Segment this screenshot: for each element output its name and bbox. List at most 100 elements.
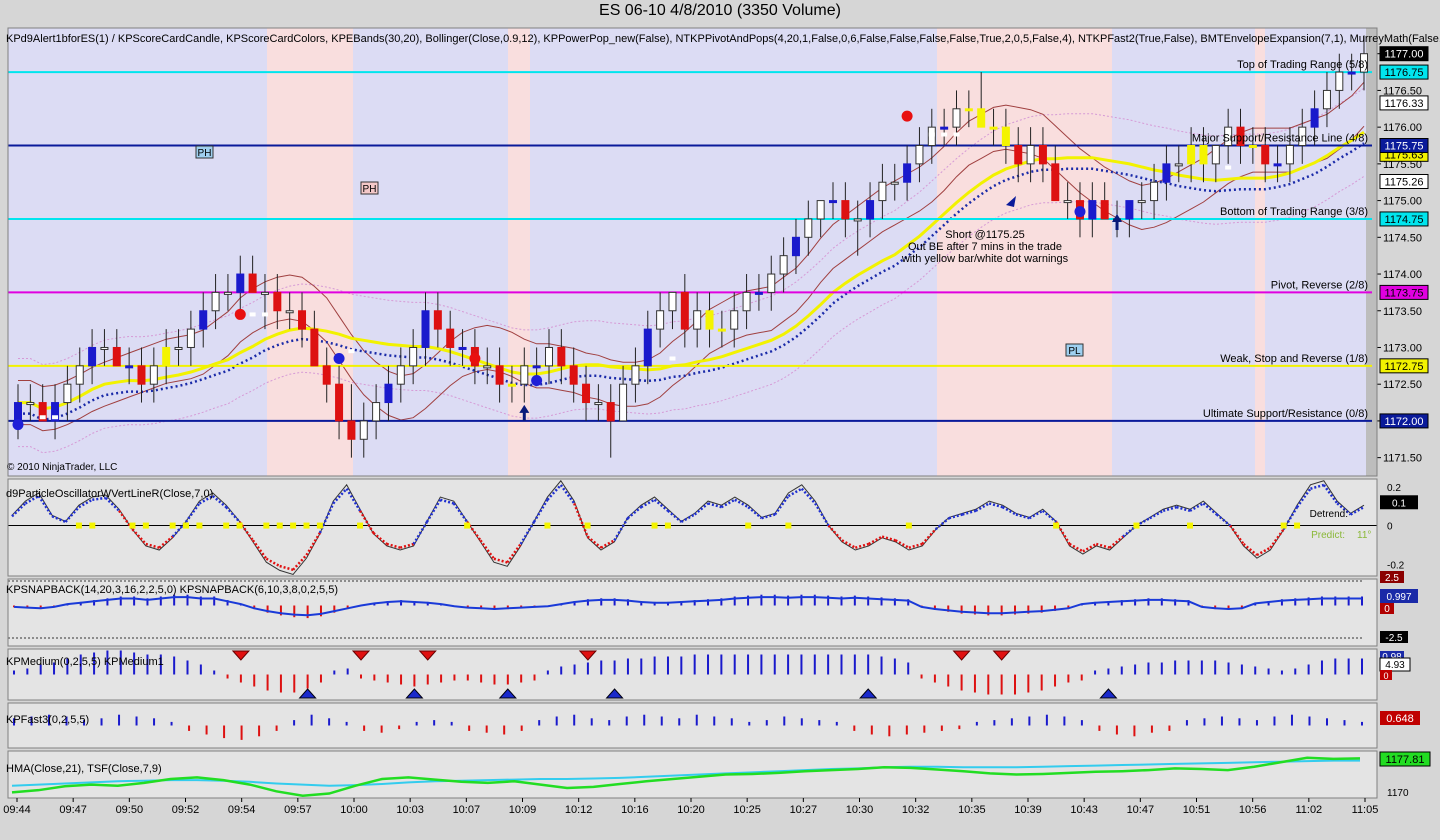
candle-body xyxy=(211,291,220,312)
medium-label: KPMedium(0,2,5,5) KPMedium1 xyxy=(6,656,164,668)
candle-body xyxy=(1248,145,1257,149)
candle-body xyxy=(606,402,615,422)
oscillator-yellow-dot xyxy=(745,522,752,529)
candle-body xyxy=(730,310,739,330)
oscillator-y-tick: 0 xyxy=(1387,522,1393,533)
candle-body xyxy=(149,365,158,385)
x-tick-label: 10:35 xyxy=(958,804,986,816)
candle-body xyxy=(260,291,269,295)
candle-body xyxy=(853,218,862,222)
candle-body xyxy=(495,365,504,385)
oscillator-yellow-dot xyxy=(1053,522,1060,529)
snapback-tag: 0.997 xyxy=(1386,592,1411,603)
oscillator-yellow-dot xyxy=(75,522,82,529)
candle-body xyxy=(1125,200,1134,220)
oscillator-yellow-dot xyxy=(303,522,310,529)
candle-body xyxy=(174,346,183,350)
oscillator-tag: 0.1 xyxy=(1392,498,1406,509)
candle-body xyxy=(569,365,578,385)
candle-body xyxy=(26,402,35,406)
candle-body xyxy=(1322,89,1331,110)
oscillator-yellow-dot xyxy=(1294,522,1301,529)
oscillator-yellow-dot xyxy=(290,522,297,529)
candle-body xyxy=(433,310,442,330)
x-tick-label: 10:51 xyxy=(1183,804,1211,816)
candle-body xyxy=(668,291,677,312)
oscillator-yellow-dot xyxy=(544,522,551,529)
candle-body xyxy=(446,328,455,348)
y-tick-label: 1175.00 xyxy=(1383,196,1422,208)
oscillator-yellow-dot xyxy=(316,522,323,529)
price-indicator-list: KPd9Alert1bforES(1) / KPScoreCardCandle,… xyxy=(6,33,1440,45)
hma-y-tick: 1170 xyxy=(1387,788,1409,799)
snapback-tag: -2.5 xyxy=(1385,633,1403,644)
snapback-tag: 2.5 xyxy=(1385,573,1399,584)
x-tick-label: 10:43 xyxy=(1070,804,1098,816)
candle-body xyxy=(890,181,899,185)
x-tick-label: 10:30 xyxy=(846,804,874,816)
x-tick-label: 09:50 xyxy=(116,804,144,816)
candle-body xyxy=(643,328,652,367)
predict-value: 11° xyxy=(1357,530,1371,541)
level-tag: 1172.00 xyxy=(1385,416,1424,428)
candle-body xyxy=(248,273,257,293)
snapback-tag: 0 xyxy=(1384,604,1390,615)
level-tag: 1175.75 xyxy=(1385,141,1424,153)
candle-body xyxy=(631,365,640,385)
snapback-label: KPSNAPBACK(14,20,3,16,2,2,5,0) KPSNAPBAC… xyxy=(6,584,338,596)
candle-body xyxy=(1162,163,1171,183)
candle-body xyxy=(1063,200,1072,204)
y-tick-label: 1173.50 xyxy=(1383,306,1422,318)
white-warning-dot xyxy=(52,415,59,420)
candle-body xyxy=(223,291,232,295)
oscillator-yellow-dot xyxy=(785,522,792,529)
chart-canvas[interactable]: Top of Trading Range (5/8) Major Support/… xyxy=(0,0,1440,840)
x-tick-label: 10:03 xyxy=(396,804,424,816)
candle-body xyxy=(1051,163,1060,202)
red-signal-dot xyxy=(469,352,481,364)
oscillator-yellow-dot xyxy=(464,522,471,529)
candle-body xyxy=(693,310,702,330)
trade-annotation: with yellow bar/white dot warnings xyxy=(901,253,1069,265)
price-tag: 1176.33 xyxy=(1385,98,1424,110)
x-tick-label: 09:54 xyxy=(228,804,256,816)
x-tick-label: 09:47 xyxy=(59,804,87,816)
candle-body xyxy=(717,328,726,332)
candle-body xyxy=(1187,145,1196,165)
level-tag: 1176.75 xyxy=(1385,67,1424,79)
x-tick-label: 10:20 xyxy=(677,804,705,816)
oscillator-yellow-dot xyxy=(357,522,364,529)
y-tick-label: 1171.50 xyxy=(1383,453,1422,465)
trade-annotation: Short @1175.25 xyxy=(945,229,1024,241)
x-tick-label: 10:09 xyxy=(509,804,537,816)
candle-body xyxy=(458,346,467,350)
x-tick-label: 10:00 xyxy=(340,804,368,816)
candle-body xyxy=(1347,71,1356,75)
white-warning-dot xyxy=(348,349,355,354)
fast-panel-bg xyxy=(8,703,1377,748)
blue-signal-dot xyxy=(333,352,345,364)
candle-body xyxy=(1199,145,1208,165)
candle-body xyxy=(816,200,825,220)
candle-body xyxy=(75,365,84,385)
blue-signal-dot xyxy=(1074,206,1086,218)
candle-body xyxy=(977,108,986,128)
blue-signal-dot xyxy=(12,419,24,431)
candle-body xyxy=(829,200,838,204)
candle-body xyxy=(285,310,294,314)
white-warning-dot xyxy=(669,356,676,361)
candle-body xyxy=(335,383,344,422)
candle-body xyxy=(1150,181,1159,202)
candle-body xyxy=(100,346,109,350)
candle-body xyxy=(1088,200,1097,220)
candle-body xyxy=(964,108,973,112)
oscillator-yellow-dot xyxy=(651,522,658,529)
candle-body xyxy=(1026,145,1035,165)
y-tick-label: 1176.00 xyxy=(1383,122,1422,134)
oscillator-yellow-dot xyxy=(276,522,283,529)
candle-body xyxy=(742,291,751,312)
candle-body xyxy=(1014,145,1023,165)
oscillator-y-tick: 0.2 xyxy=(1387,483,1401,494)
x-tick-label: 10:25 xyxy=(733,804,761,816)
x-tick-label: 11:05 xyxy=(1352,804,1379,816)
